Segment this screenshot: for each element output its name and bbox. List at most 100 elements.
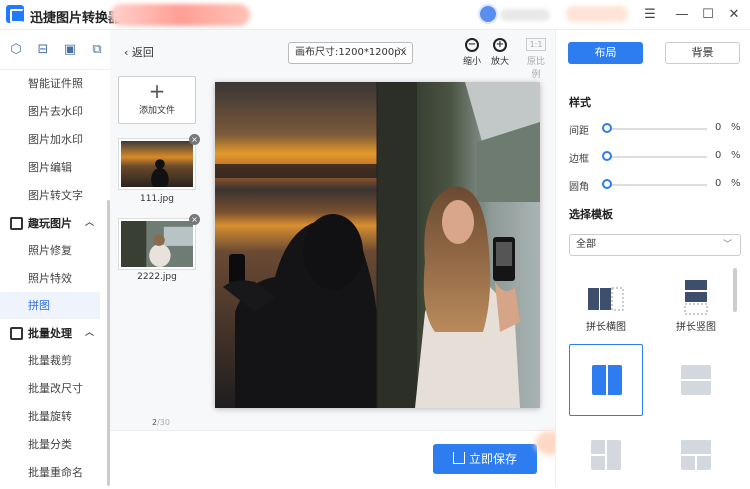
sidebar-group-batch[interactable]: 批量处理 ︿ [0,320,100,347]
title-bar: 迅捷图片转换器 ☰ — ☐ ✕ [0,0,750,30]
sidebar-item-batch-rename[interactable]: 批量重命名 [0,459,100,486]
template-section-title: 选择模板 [569,208,613,221]
vip-badge[interactable] [566,6,628,22]
sidebar-item-photo-effects[interactable]: 照片特效 [0,265,100,292]
maximize-icon[interactable]: ☐ [698,5,718,25]
grid-icon [591,440,621,470]
template-label: 拼长竖图 [676,322,716,333]
chevron-up-icon: ︿ [84,218,94,228]
app-logo-icon [6,5,24,23]
slider-track[interactable] [607,128,707,130]
close-icon[interactable]: ✕ [724,5,744,25]
sidebar-group-label: 批量处理 [28,327,72,340]
tab-background[interactable]: 背景 [665,42,740,64]
slider-track[interactable] [607,156,707,158]
slider-handle[interactable] [602,123,612,133]
slider-handle[interactable] [602,179,612,189]
sidebar-item-image-to-text[interactable]: 图片转文字 [0,182,100,209]
sidebar: 智能证件照 图片去水印 图片加水印 图片编辑 图片转文字 趣玩图片 ︿ 照片修复… [0,70,110,486]
ratio-box: 1:1 [526,38,546,51]
template-filter-value: 全部 [576,239,596,250]
two-row-icon [681,365,711,395]
category-icon-bar: ⬡ ⊟ ▣ ⧉ [0,30,110,70]
sidebar-item-id-photo[interactable]: 智能证件照 [0,70,100,97]
grid-icon [681,440,711,470]
save-label: 立即保存 [468,452,517,466]
sidebar-item-remove-watermark[interactable]: 图片去水印 [0,98,100,125]
forest-thumbnail-image [121,221,193,267]
template-grid[interactable] [569,430,643,486]
sidebar-item-image-edit[interactable]: 图片编辑 [0,154,100,181]
template-long-horizontal[interactable]: 拼长横图 [569,268,643,340]
chevron-up-icon: ︿ [84,328,94,338]
template-filter-select[interactable]: 全部 ﹀ [569,234,741,256]
sidebar-item-photo-repair[interactable]: 照片修复 [0,237,100,264]
settings-scrollbar[interactable] [733,268,737,312]
original-ratio-button[interactable]: 1:1 原比例 [523,38,549,80]
save-button[interactable]: 立即保存 [433,444,537,474]
minimize-icon[interactable]: — [672,5,692,25]
template-two-row[interactable] [659,344,733,416]
sidebar-item-batch-resize[interactable]: 批量改尺寸 [0,375,100,402]
file-thumbnail[interactable]: × [118,214,200,270]
zoom-out-label: 缩小 [462,57,481,67]
slider-unit: % [731,122,741,133]
sidebar-item-collage[interactable]: 拼图 [0,292,100,319]
convert-icon[interactable]: ⧉ [89,42,105,58]
hexagon-icon[interactable]: ⬡ [8,42,24,58]
tab-layout[interactable]: 布局 [568,42,643,64]
spacing-slider[interactable]: 间距 0 % [569,122,744,137]
chevron-down-icon: ﹀ [722,240,732,250]
slider-handle[interactable] [602,151,612,161]
menu-icon[interactable]: ☰ [640,5,660,25]
zoom-in-icon: + [493,38,507,52]
remove-file-icon[interactable]: × [189,214,200,225]
sidebar-item-add-watermark[interactable]: 图片加水印 [0,126,100,153]
promo-banner[interactable] [110,4,250,26]
compress-icon[interactable]: ⊟ [35,42,51,58]
sidebar-item-batch-crop[interactable]: 批量裁剪 [0,347,100,374]
file-name: 2222.jpg [137,272,177,282]
batch-group-icon [10,327,23,340]
template-grid[interactable] [659,430,733,486]
chevron-down-icon: ﹀ [396,48,406,58]
sidebar-group-fun[interactable]: 趣玩图片 ︿ [0,210,100,237]
sidebar-item-batch-rotate[interactable]: 批量旋转 [0,403,100,430]
zoom-in-button[interactable]: + 放大 [487,38,513,67]
bottom-action-bar: 立即保存 [110,430,563,486]
file-count: 2/30 [152,418,170,427]
sidebar-item-batch-classify[interactable]: 批量分类 [0,431,100,458]
slider-track[interactable] [607,184,707,186]
chevron-left-icon: ‹ [124,46,132,59]
corner-radius-slider[interactable]: 圆角 0 % [569,178,744,193]
slider-label: 圆角 [569,182,589,193]
slider-value: 0 [715,178,722,189]
zoom-in-label: 放大 [490,57,509,67]
user-avatar[interactable] [478,4,498,24]
ratio-label: 原比例 [526,57,545,80]
image-icon[interactable]: ▣ [62,42,78,58]
back-button[interactable]: ‹ 返回 [124,44,154,60]
style-section-title: 样式 [569,96,591,109]
add-file-label: 添加文件 [138,106,175,116]
template-two-column[interactable] [569,344,643,416]
collage-preview[interactable] [215,82,540,408]
workspace: ‹ 返回 画布尺寸:1200*1200px ﹀ − 缩小 + 放大 1:1 原比… [110,30,563,486]
zoom-out-icon: − [465,38,479,52]
file-count-total: /30 [157,418,170,427]
canvas-size-value: 画布尺寸:1200*1200px [295,47,407,58]
slider-label: 间距 [569,126,589,137]
remove-file-icon[interactable]: × [189,134,200,145]
sunset-thumbnail-image [121,141,193,191]
file-thumbnail[interactable]: × [118,134,200,191]
back-label: 返回 [131,46,154,59]
template-long-vertical[interactable]: 拼长竖图 [659,268,733,340]
add-file-button[interactable]: + 添加文件 [118,76,196,124]
long-vertical-icon [684,280,708,315]
canvas-size-select[interactable]: 画布尺寸:1200*1200px ﹀ [288,42,413,64]
slider-unit: % [731,178,741,189]
user-name[interactable] [500,9,550,21]
zoom-out-button[interactable]: − 缩小 [459,38,485,67]
slider-value: 0 [715,122,722,133]
border-slider[interactable]: 边框 0 % [569,150,744,165]
